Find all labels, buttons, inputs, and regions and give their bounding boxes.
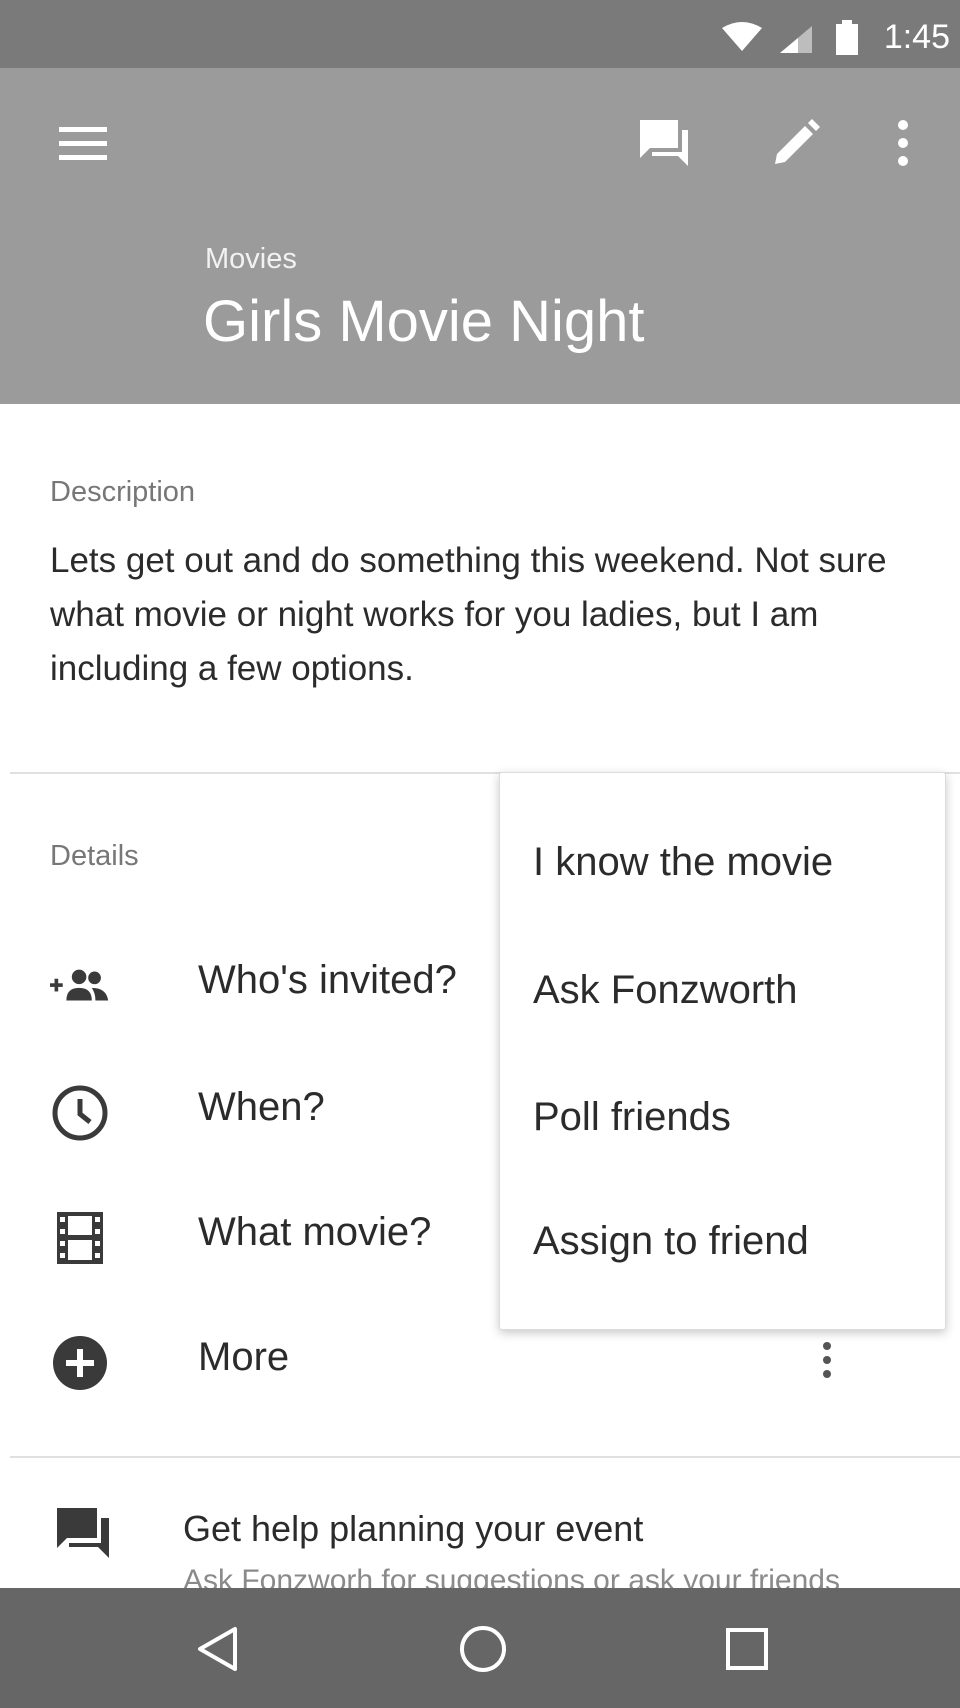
recents-button[interactable] [712,1616,782,1686]
status-bar: 1:45 [0,0,960,68]
description-label: Description [50,476,196,508]
app-bar: Movies Girls Movie Night [0,68,960,404]
nav-bar [0,1588,960,1708]
menu-item-label: Assign to friend [533,1219,809,1263]
more-overflow-button[interactable] [809,1335,845,1389]
add-circle-icon [50,1333,110,1393]
menu-item-label: I know the movie [533,840,834,884]
cell-signal-icon [778,24,814,59]
chat-icon [638,118,690,173]
home-icon [458,1624,508,1679]
overflow-menu-icon [896,119,910,172]
event-title: Girls Movie Night [203,289,645,354]
wifi-icon [720,22,764,57]
edit-button[interactable] [760,109,832,181]
overflow-menu-icon [822,1340,832,1385]
detail-label: Who's invited? [198,958,457,1002]
battery-icon [835,20,859,61]
detail-label: What movie? [198,1210,432,1254]
menu-item-assign-to-friend[interactable]: Assign to friend [500,1187,945,1297]
help-card[interactable]: Get help planning your event Ask Fonzwor… [0,1458,960,1597]
menu-item-label: Ask Fonzworth [533,968,798,1012]
detail-label: When? [198,1085,325,1129]
edit-icon [771,118,821,173]
film-icon [50,1208,110,1268]
add-people-icon [50,956,110,1016]
screen: 1:45 Movies Girls Movie Night Descriptio… [0,0,960,1708]
menu-item-ask-fonzworth[interactable]: Ask Fonzworth [500,936,945,1046]
description-text: Lets get out and do something this weeke… [50,541,887,688]
chat-button[interactable] [628,109,700,181]
details-label: Details [50,840,139,872]
event-category: Movies [205,243,297,275]
menu-item-label: Poll friends [533,1095,731,1139]
detail-label: More [198,1335,290,1379]
menu-button[interactable] [47,109,119,181]
popup-menu: I know the movie Ask Fonzworth Poll frie… [499,772,946,1330]
help-title: Get help planning your event [183,1508,644,1549]
description-section: Description Lets get out and do somethin… [0,404,960,774]
overflow-menu-button[interactable] [867,109,939,181]
recents-icon [725,1627,769,1676]
home-button[interactable] [448,1616,518,1686]
back-icon [195,1625,241,1678]
clock-icon [50,1083,110,1143]
menu-item-i-know-the-movie[interactable]: I know the movie [500,808,945,918]
back-button[interactable] [183,1616,253,1686]
status-time: 1:45 [883,18,950,56]
menu-icon [57,123,109,168]
menu-item-poll-friends[interactable]: Poll friends [500,1063,945,1173]
chat-icon [55,1506,111,1565]
